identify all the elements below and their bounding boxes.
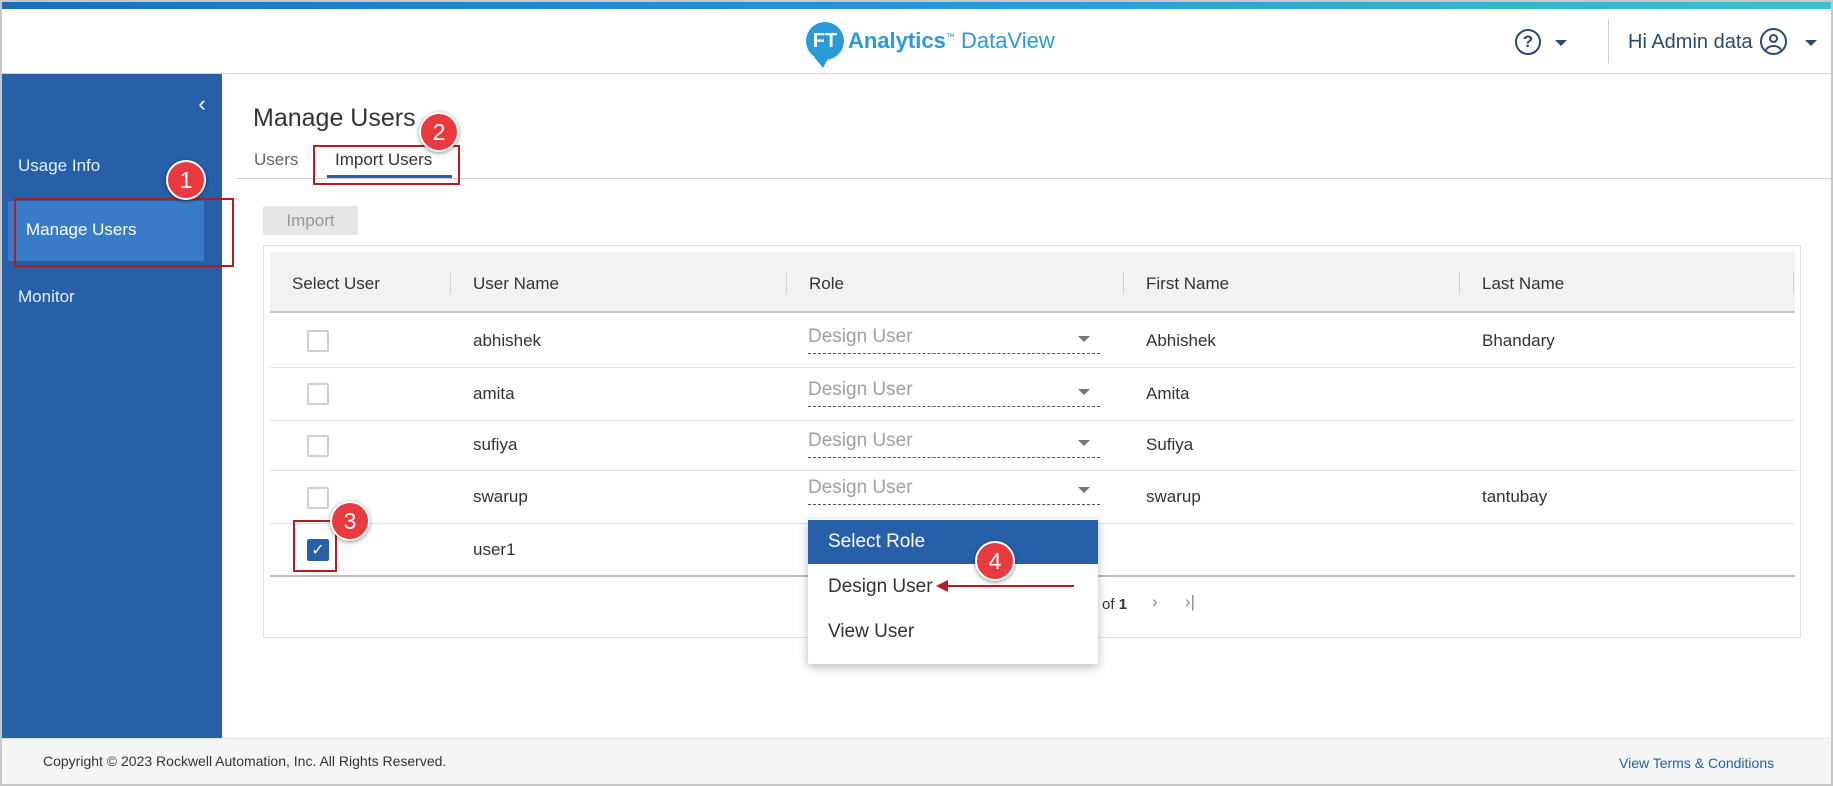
app-logo: FT Analytics™ DataView	[806, 19, 1055, 68]
user-menu-chevron-down-icon[interactable]	[1805, 40, 1817, 46]
first-name-cell: swarup	[1146, 487, 1201, 506]
callout-badge-4: 4	[975, 541, 1015, 581]
first-name-cell: Amita	[1146, 384, 1190, 403]
column-separator	[1459, 272, 1460, 294]
table-row: swarup Design User swarup tantubay	[270, 471, 1795, 524]
user-avatar-icon[interactable]	[1760, 28, 1787, 55]
logo-mark-icon: FT	[806, 22, 844, 68]
user-name-cell: user1	[473, 540, 516, 559]
table-row: sufiya Design User Sufiya	[270, 421, 1795, 471]
role-select-value: Design User	[808, 326, 913, 347]
chevron-down-icon	[1078, 389, 1090, 395]
table-header: Select User User Name Role First Name La…	[270, 252, 1795, 313]
app-header: FT Analytics™ DataView ? Hi Admin data	[0, 9, 1833, 74]
import-button[interactable]: Import	[263, 206, 358, 235]
role-select[interactable]: Design User	[808, 424, 1100, 458]
column-header-first-name: First Name	[1146, 274, 1230, 293]
dropdown-option-select-role[interactable]: Select Role	[808, 520, 1098, 564]
column-separator	[450, 272, 451, 294]
header-accent-bar	[0, 0, 1833, 9]
logo-brand: Analytics	[848, 28, 946, 53]
column-separator	[786, 272, 787, 294]
user-name-cell: amita	[473, 384, 515, 403]
callout-badge-1: 1	[166, 160, 206, 200]
column-separator	[1793, 272, 1794, 294]
last-name-cell: Bhandary	[1482, 331, 1555, 350]
pagination-of: of	[1102, 596, 1115, 613]
sidebar-item-usage-info[interactable]: Usage Info	[18, 156, 100, 176]
select-user-checkbox[interactable]	[307, 330, 329, 352]
user-name-cell: sufiya	[473, 435, 518, 454]
role-select-value: Design User	[808, 477, 913, 498]
copyright-text: Copyright © 2023 Rockwell Automation, In…	[43, 753, 447, 769]
callout-arrow	[944, 585, 1074, 587]
select-user-checkbox[interactable]	[307, 487, 329, 509]
column-header-user-name: User Name	[473, 274, 559, 293]
header-divider	[1608, 19, 1609, 63]
select-user-checkbox-checked[interactable]: ✓	[307, 539, 329, 561]
chevron-down-icon	[1078, 336, 1090, 342]
page-title: Manage Users	[253, 104, 416, 132]
first-name-cell: Sufiya	[1146, 435, 1194, 454]
logo-product: DataView	[960, 28, 1055, 53]
logo-text: Analytics™ DataView	[848, 28, 1055, 54]
collapse-sidebar-icon[interactable]: ‹	[190, 92, 214, 116]
role-select[interactable]: Design User	[808, 320, 1100, 354]
dropdown-option-design-user[interactable]: Design User	[808, 565, 1098, 609]
first-name-cell: Abhishek	[1146, 331, 1216, 350]
help-icon[interactable]: ?	[1515, 29, 1541, 55]
sidebar-item-label: Manage Users	[26, 220, 137, 239]
pagination-label: of 1	[1102, 596, 1127, 613]
help-menu-chevron-down-icon[interactable]	[1555, 40, 1567, 46]
user-name-cell: abhishek	[473, 331, 542, 350]
chevron-down-icon	[1078, 487, 1090, 493]
footer: Copyright © 2023 Rockwell Automation, In…	[0, 738, 1833, 786]
column-header-last-name: Last Name	[1482, 274, 1565, 293]
column-separator	[1123, 272, 1124, 294]
next-page-icon[interactable]: ›	[1152, 592, 1158, 612]
last-name-cell: tantubay	[1482, 487, 1548, 506]
user-greeting[interactable]: Hi Admin data	[1628, 31, 1753, 54]
callout-badge-3: 3	[330, 501, 370, 541]
table-row: abhishek Design User Abhishek Bhandary	[270, 315, 1795, 368]
sidebar-item-monitor[interactable]: Monitor	[18, 287, 75, 307]
chevron-down-icon	[1078, 440, 1090, 446]
pagination-total: 1	[1118, 596, 1128, 613]
role-select-value: Design User	[808, 430, 913, 451]
tab-users[interactable]: Users	[254, 150, 298, 170]
sidebar-item-manage-users[interactable]: Manage Users	[8, 201, 204, 261]
select-user-checkbox[interactable]	[307, 435, 329, 457]
tabs-divider	[236, 178, 1833, 179]
dropdown-option-view-user[interactable]: View User	[808, 610, 1098, 654]
table-row: amita Design User Amita	[270, 368, 1795, 421]
tab-import-users[interactable]: Import Users	[335, 150, 432, 170]
last-page-icon[interactable]: ›|	[1185, 592, 1195, 612]
select-user-checkbox[interactable]	[307, 383, 329, 405]
role-dropdown-menu: Select Role Design User View User	[808, 519, 1098, 664]
role-select[interactable]: Design User	[808, 471, 1100, 505]
logo-trademark: ™	[945, 31, 955, 42]
callout-badge-2: 2	[419, 112, 459, 152]
column-header-role: Role	[809, 274, 844, 293]
user-name-cell: swarup	[473, 487, 528, 506]
column-header-select-user: Select User	[292, 274, 380, 293]
role-select[interactable]: Design User	[808, 373, 1100, 407]
terms-link[interactable]: View Terms & Conditions	[1619, 755, 1774, 771]
callout-arrow-head-icon	[936, 580, 948, 592]
role-select-value: Design User	[808, 379, 913, 400]
